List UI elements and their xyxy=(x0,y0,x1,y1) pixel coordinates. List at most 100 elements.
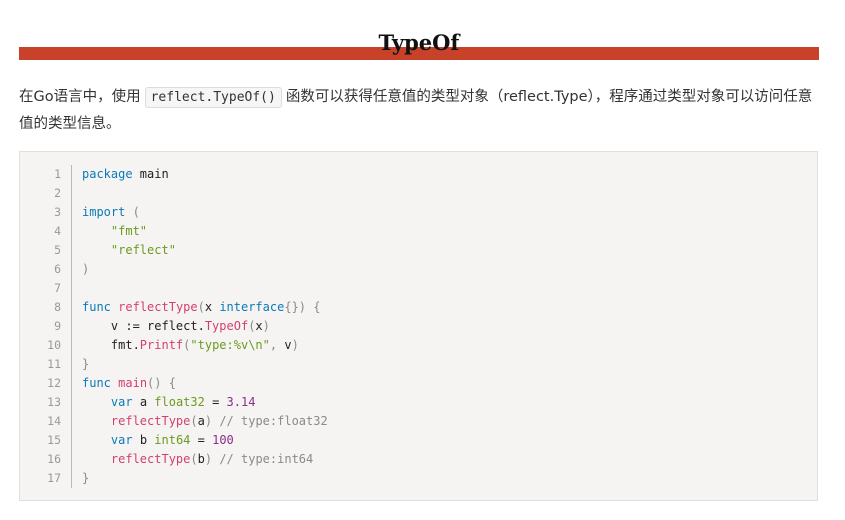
code-line: 11} xyxy=(40,355,328,374)
code-token: reflectType xyxy=(118,300,198,314)
code-token: int64 xyxy=(154,433,191,447)
code-line: 8 func reflectType(x interface{}) { xyxy=(40,298,328,317)
line-number: 6 xyxy=(40,260,72,279)
code-text: package main xyxy=(72,165,169,184)
code-token: func xyxy=(82,300,111,314)
line-number: 13 xyxy=(40,393,72,412)
code-line: 1 package main xyxy=(40,165,328,184)
code-text: var b int64 = 100 xyxy=(72,431,234,450)
code-token: b xyxy=(132,433,155,447)
code-line: 2 xyxy=(40,184,328,203)
code-text: var a float32 = 3.14 xyxy=(72,393,256,412)
code-token: { xyxy=(168,376,176,390)
code-token: "reflect" xyxy=(110,243,176,257)
code-token: float32 xyxy=(154,395,205,409)
line-number: 9 xyxy=(40,317,72,336)
code-token: x xyxy=(204,300,220,314)
code-token: // type:float32 xyxy=(212,414,328,428)
code-token: ) xyxy=(82,262,90,276)
code-token: x xyxy=(255,319,263,333)
code-line: 7 xyxy=(40,279,328,298)
line-number: 17 xyxy=(40,469,72,488)
code-text: "fmt" xyxy=(72,222,147,241)
code-token: v := reflect. xyxy=(82,319,205,333)
code-token: var xyxy=(110,433,133,447)
code-token: {}) xyxy=(284,300,307,314)
code-token: ) xyxy=(262,319,270,333)
code-lines: 1 package main 2 3 import (4 "fmt" 5 "reflect… xyxy=(40,165,328,488)
code-token: ( xyxy=(125,205,140,219)
code-text: "reflect" xyxy=(72,241,176,260)
code-token: import xyxy=(82,205,126,219)
code-token: "type:%v\n" xyxy=(190,338,270,352)
code-token: "fmt" xyxy=(110,224,148,238)
inline-code: reflect.TypeOf() xyxy=(144,87,282,108)
code-text: import ( xyxy=(72,203,140,222)
code-token: 100 xyxy=(212,433,234,447)
code-token: interface xyxy=(219,300,285,314)
code-token: main xyxy=(118,376,148,390)
code-line: 15 var b int64 = 100 xyxy=(40,431,328,450)
code-text: } xyxy=(72,469,89,488)
code-token: = xyxy=(204,395,227,409)
code-token: } xyxy=(82,471,90,485)
code-token: main xyxy=(132,167,169,181)
line-number: 10 xyxy=(40,336,72,355)
line-number: 12 xyxy=(40,374,72,393)
code-text: fmt.Printf("type:%v\n", v) xyxy=(72,336,299,355)
line-number: 11 xyxy=(40,355,72,374)
line-number: 1 xyxy=(40,165,72,184)
code-text: func main() { xyxy=(72,374,176,393)
code-token: // type:int64 xyxy=(212,452,314,466)
line-number: 7 xyxy=(40,279,72,298)
heading-block: TypeOf xyxy=(19,30,819,62)
code-token: a xyxy=(132,395,155,409)
code-line: 3 import ( xyxy=(40,203,328,222)
code-token: fmt. xyxy=(82,338,140,352)
code-token: a xyxy=(197,414,205,428)
code-line: 12 func main() { xyxy=(40,374,328,393)
code-text: reflectType(a) // type:float32 xyxy=(72,412,328,431)
code-token: = xyxy=(190,433,213,447)
intro-text-before: 在Go语言中，使用 xyxy=(19,89,141,105)
code-token: package xyxy=(82,167,133,181)
line-number: 4 xyxy=(40,222,72,241)
code-token: 3.14 xyxy=(226,395,256,409)
code-token: b xyxy=(197,452,205,466)
code-token: } xyxy=(82,357,90,371)
code-token: { xyxy=(313,300,321,314)
code-token: Printf xyxy=(139,338,184,352)
line-number: 3 xyxy=(40,203,72,222)
code-line: 13 var a float32 = 3.14 xyxy=(40,393,328,412)
code-token: ) xyxy=(291,338,299,352)
code-line: 5 "reflect" xyxy=(40,241,328,260)
line-number: 16 xyxy=(40,450,72,469)
code-token: TypeOf xyxy=(204,319,249,333)
code-token: () xyxy=(147,376,162,390)
code-token: var xyxy=(110,395,133,409)
code-token: ( xyxy=(197,300,205,314)
line-number: 5 xyxy=(40,241,72,260)
code-line: 10 fmt.Printf("type:%v\n", v) xyxy=(40,336,328,355)
page-title-text: TypeOf xyxy=(378,30,460,55)
code-line: 14 reflectType(a) // type:float32 xyxy=(40,412,328,431)
code-token: v xyxy=(277,338,292,352)
code-text: func reflectType(x interface{}) { xyxy=(72,298,321,317)
code-token: reflectType xyxy=(110,414,191,428)
code-text: reflectType(b) // type:int64 xyxy=(72,450,313,469)
intro-paragraph: 在Go语言中，使用 reflect.TypeOf() 函数可以获得任意值的类型对象（… xyxy=(19,84,824,138)
code-token: ( xyxy=(190,452,198,466)
code-line: 4 "fmt" xyxy=(40,222,328,241)
code-token: ) xyxy=(204,452,213,466)
code-line: 16 reflectType(b) // type:int64 xyxy=(40,450,328,469)
code-token: ( xyxy=(190,414,198,428)
code-block: 1 package main 2 3 import (4 "fmt" 5 "reflect… xyxy=(19,151,818,501)
code-text: ) xyxy=(72,260,89,279)
